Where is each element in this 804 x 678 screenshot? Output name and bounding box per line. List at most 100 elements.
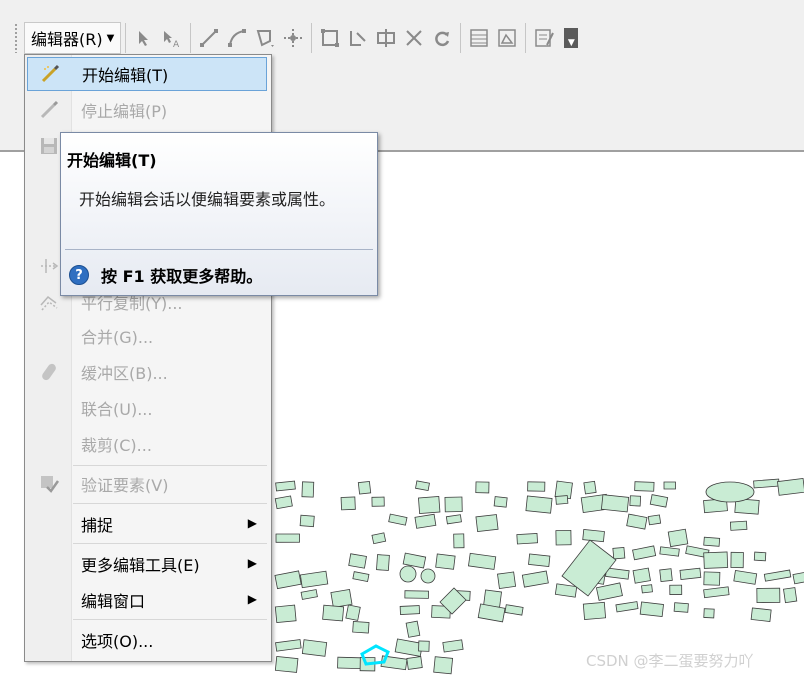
menu-separator: [73, 465, 267, 466]
attributes-icon[interactable]: [465, 23, 493, 53]
building-feature: [274, 656, 299, 673]
building-feature: [634, 481, 655, 492]
end-point-arc-icon[interactable]: [223, 23, 251, 53]
building-feature: [322, 604, 345, 622]
building-feature: [371, 532, 387, 545]
building-feature: [583, 480, 597, 495]
building-feature: [595, 582, 623, 601]
tooltip-help-text: 按 F1 获取更多帮助。: [101, 267, 263, 286]
building-feature: [679, 567, 702, 580]
building-feature: [348, 553, 367, 569]
building-feature: [703, 586, 730, 599]
edit-tool-icon[interactable]: [130, 23, 158, 53]
menu-item-options[interactable]: 选项(O)...: [27, 623, 267, 657]
midpoint-icon[interactable]: [279, 23, 307, 53]
building-feature: [632, 567, 651, 584]
menu-item-clip[interactable]: 裁剪(C)...: [27, 427, 267, 461]
menu-item-snapping[interactable]: 捕捉 ▶: [27, 507, 267, 541]
building-feature: [528, 553, 551, 567]
start-editing-icon: [28, 57, 72, 91]
building-feature: [275, 480, 296, 492]
building-feature: [730, 551, 744, 569]
menu-item-editing-windows[interactable]: 编辑窗口 ▶: [27, 583, 267, 617]
clip-icon: [27, 427, 71, 461]
toolbar-separator: [525, 23, 527, 53]
help-icon: ?: [69, 265, 89, 285]
snapping-icon: [27, 507, 71, 541]
building-feature: [337, 656, 362, 670]
menu-item-validate-features[interactable]: 验证要素(V): [27, 467, 267, 501]
menu-item-label: 开始编辑(T): [82, 66, 169, 85]
edit-annotation-icon[interactable]: A: [158, 23, 186, 53]
building-feature: [468, 552, 497, 570]
sketch-properties-icon[interactable]: [493, 23, 521, 53]
building-feature: [703, 551, 729, 569]
buffer-icon: [27, 355, 71, 389]
straight-segment-icon[interactable]: [195, 23, 223, 53]
building-feature: [639, 601, 664, 618]
toolbar-options-icon[interactable]: ▼: [564, 28, 579, 48]
watermark: CSDN @李二蛋要努力吖: [586, 652, 754, 670]
building-feature: [663, 481, 676, 490]
menu-item-merge[interactable]: 合并(G)...: [27, 319, 267, 353]
building-feature: [504, 604, 524, 616]
menu-item-start-editing[interactable]: 开始编辑(T): [27, 57, 267, 91]
rotate-icon[interactable]: [428, 23, 456, 53]
building-feature: [647, 514, 662, 526]
building-feature: [418, 496, 441, 514]
building-feature: [705, 481, 755, 503]
building-feature: [497, 571, 517, 589]
menu-item-label: 更多编辑工具(E): [81, 556, 200, 575]
building-feature: [274, 570, 302, 590]
cut-polygons-icon[interactable]: [372, 23, 400, 53]
building-feature: [444, 496, 463, 513]
building-feature: [615, 601, 639, 613]
building-feature: [753, 551, 767, 562]
menu-item-stop-editing[interactable]: 停止编辑(P): [27, 93, 267, 127]
building-feature: [673, 602, 689, 613]
toolbar-grip[interactable]: [14, 23, 18, 53]
building-feature: [442, 639, 464, 653]
menu-item-label: 联合(U)...: [81, 400, 153, 419]
building-feature: [763, 569, 792, 582]
trace-icon[interactable]: [251, 23, 279, 53]
building-feature: [371, 496, 385, 507]
building-feature: [404, 590, 429, 599]
building-feature: [376, 554, 390, 571]
merge-icon: [27, 319, 71, 353]
reshape-feature-icon[interactable]: [344, 23, 372, 53]
building-feature: [275, 639, 302, 652]
building-feature: [703, 536, 721, 547]
building-feature: [275, 533, 300, 543]
menu-item-label: 编辑窗口: [81, 592, 146, 611]
building-feature: [632, 545, 657, 561]
editor-menu-label: 编辑器(R): [31, 30, 103, 49]
building-feature: [414, 513, 437, 529]
building-feature: [420, 568, 436, 584]
menu-item-buffer[interactable]: 缓冲区(B)...: [27, 355, 267, 389]
menu-item-union[interactable]: 联合(U)...: [27, 391, 267, 425]
building-feature: [299, 514, 315, 528]
building-feature: [525, 495, 553, 514]
toolbar-separator: [311, 23, 313, 53]
start-editing-tooltip: 开始编辑(T) 开始编辑会话以便编辑要素或属性。 ? 按 F1 获取更多帮助。: [60, 132, 378, 296]
building-feature: [301, 481, 315, 498]
building-feature: [554, 583, 578, 598]
building-feature: [703, 571, 721, 586]
building-feature: [527, 481, 546, 492]
create-features-icon[interactable]: [530, 23, 558, 53]
building-feature: [433, 656, 454, 675]
building-feature: [582, 529, 605, 543]
edit-vertices-icon[interactable]: [316, 23, 344, 53]
tooltip-body: 开始编辑会话以便编辑要素或属性。: [79, 190, 336, 209]
menu-item-more-editing-tools[interactable]: 更多编辑工具(E) ▶: [27, 547, 267, 581]
building-feature: [792, 569, 804, 585]
menu-separator: [73, 619, 267, 620]
building-feature: [612, 546, 626, 560]
building-feature: [733, 570, 758, 585]
stop-editing-icon: [27, 93, 71, 127]
split-tool-icon[interactable]: [400, 23, 428, 53]
editor-menu-button[interactable]: 编辑器(R) ▼: [24, 22, 122, 54]
toolbar-separator: [190, 23, 192, 53]
building-feature: [405, 620, 421, 638]
